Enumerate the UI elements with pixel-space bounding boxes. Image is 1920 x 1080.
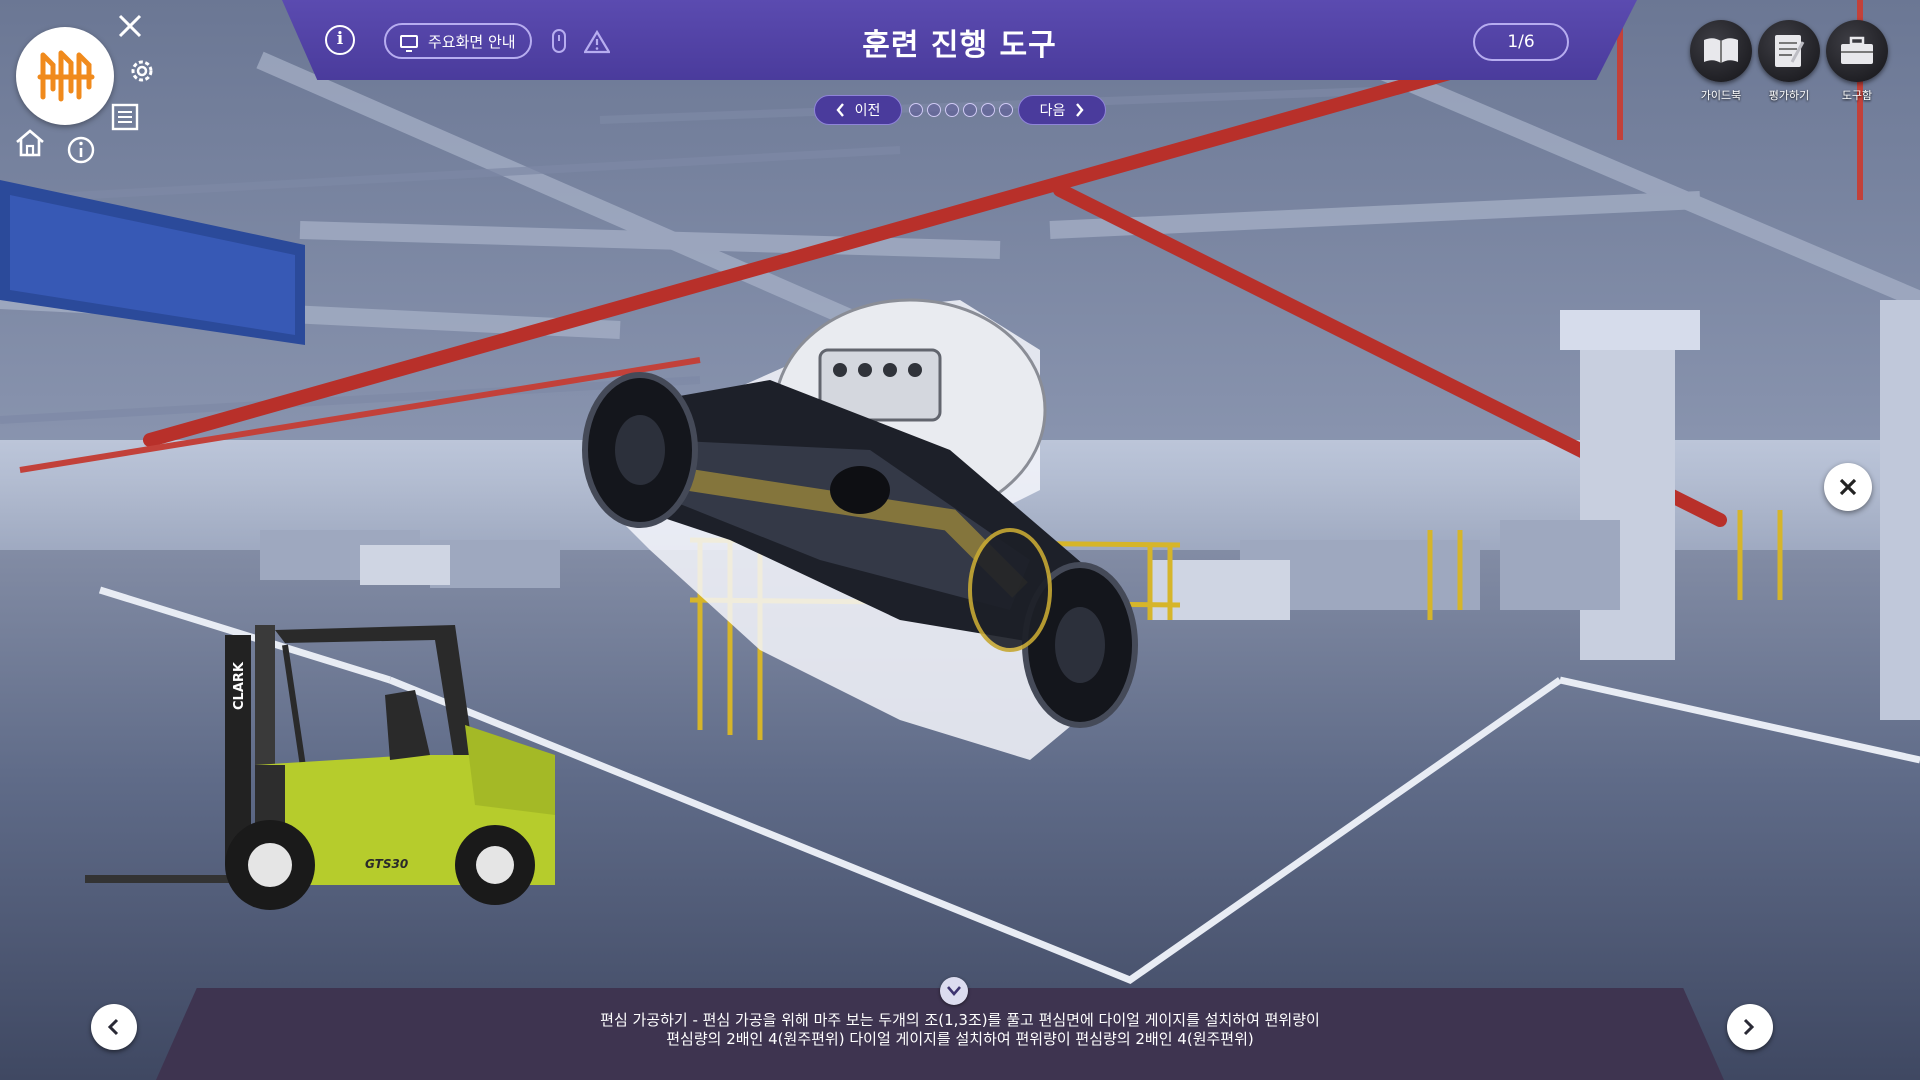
home-icon[interactable]	[14, 128, 46, 158]
step-dot[interactable]	[999, 103, 1013, 117]
page-indicator: 1/6	[1473, 23, 1569, 61]
forklift-model[interactable]: GTS30 CLARK	[85, 615, 565, 915]
step-dot[interactable]	[927, 103, 941, 117]
chevron-down-icon	[947, 986, 961, 996]
step-navigation: 이전 다음	[814, 95, 1106, 125]
next-step-label: 다음	[1039, 103, 1066, 119]
previous-page-button[interactable]	[91, 1004, 137, 1050]
step-dot[interactable]	[945, 103, 959, 117]
guidebook-button[interactable]	[1690, 20, 1752, 82]
prev-step-label: 이전	[854, 103, 881, 119]
close-icon[interactable]	[116, 12, 144, 40]
next-step-button[interactable]: 다음	[1018, 95, 1106, 125]
axle-transmission-model[interactable]	[570, 290, 1220, 770]
step-caption: 편심 가공하기 - 편심 가공을 위해 마주 보는 두개의 조(1,3조)를 풀…	[0, 1011, 1920, 1049]
step-dot[interactable]	[963, 103, 977, 117]
prev-step-button[interactable]: 이전	[814, 95, 902, 125]
chevron-right-icon	[1743, 1018, 1755, 1036]
evaluate-button[interactable]	[1758, 20, 1820, 82]
notepad-icon	[1775, 35, 1805, 67]
step-dot[interactable]	[909, 103, 923, 117]
forklift-brand-text: CLARK	[232, 661, 247, 710]
brand-logo-icon	[37, 50, 95, 102]
list-icon[interactable]	[111, 103, 139, 131]
header-bar: i 주요화면 안내 훈련 진행 도구 1/6	[282, 0, 1637, 80]
toolbox-icon	[1841, 36, 1873, 64]
toolbox-label: 도구함	[1841, 89, 1873, 102]
close-model-button[interactable]	[1824, 463, 1872, 511]
toolbox-button[interactable]	[1826, 20, 1888, 82]
step-dots	[909, 103, 1013, 117]
page-title: 훈련 진행 도구	[862, 28, 1057, 63]
chevron-left-icon	[107, 1018, 119, 1036]
forklift-model-text: GTS30	[365, 857, 408, 871]
chevron-left-icon	[836, 103, 844, 117]
next-page-button[interactable]	[1727, 1004, 1773, 1050]
gear-icon[interactable]	[127, 56, 157, 86]
caption-line-2: 편심량의 2배인 4(원주편위) 다이얼 게이지를 설치하여 편위량이 편심량의…	[666, 1030, 1254, 1048]
close-icon	[1839, 478, 1857, 496]
app-logo[interactable]	[16, 27, 114, 125]
book-icon	[1704, 38, 1738, 63]
caption-line-1: 편심 가공하기 - 편심 가공을 위해 마주 보는 두개의 조(1,3조)를 풀…	[600, 1011, 1320, 1029]
step-dot[interactable]	[981, 103, 995, 117]
chevron-right-icon	[1076, 103, 1084, 117]
info-circle-icon[interactable]	[66, 135, 96, 165]
collapse-caption-button[interactable]	[940, 977, 968, 1005]
